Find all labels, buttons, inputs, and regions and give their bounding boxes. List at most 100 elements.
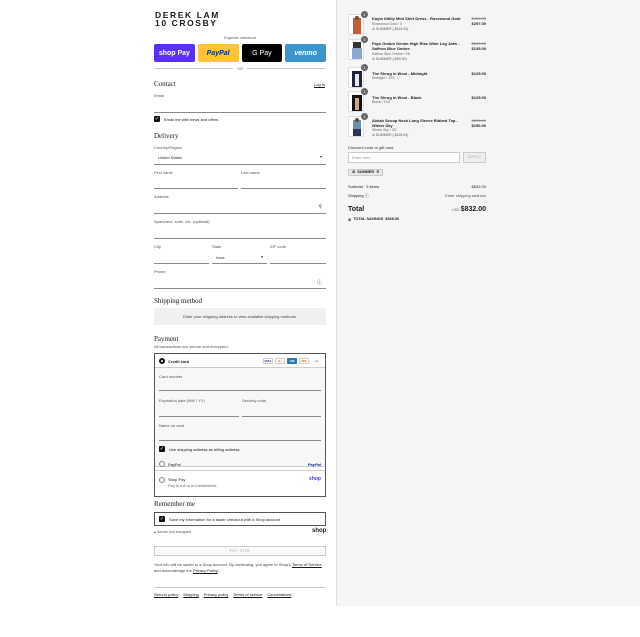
brand-logo[interactable]: DEREK LAM 10 CROSBY	[155, 11, 220, 28]
refund-policy-link[interactable]: Refund policy	[154, 592, 178, 597]
name-on-card-field[interactable]: Name on card	[159, 423, 321, 441]
brand-line-2: 10 CROSBY	[155, 18, 218, 28]
legal-text: Your info will be saved to a Shop accoun…	[154, 562, 322, 573]
country-select[interactable]: Country/Region United States ▾	[154, 145, 326, 165]
total-row: Total USD $832.00	[348, 206, 486, 213]
shop-pay-button[interactable]: shop Pay	[154, 44, 195, 62]
help-icon[interactable]: ⓘ	[317, 279, 322, 286]
credit-card-label: Credit card	[168, 359, 190, 364]
shop-pay-option[interactable]: Shop Pay Pay in full or in installments …	[155, 472, 325, 496]
savings-value: $368.00	[385, 217, 400, 221]
express-checkout-label: Express checkout	[224, 35, 256, 40]
item-name: Aisiah Scoop Neck Long Sleeve Ribbed Top…	[372, 118, 458, 128]
savings-label: TOTAL SAVINGS	[353, 217, 384, 221]
discover-icon: DIS	[299, 358, 309, 364]
privacy-link[interactable]: Privacy Policy	[193, 568, 218, 573]
item-variant: Saffron Blue Ombre / 28	[372, 52, 410, 56]
card-logos: VISA ● ● AM DIS +4	[263, 358, 321, 364]
cancellations-link[interactable]: Cancellations	[267, 592, 291, 597]
card-number-field[interactable]: Card number	[159, 374, 321, 391]
apply-button[interactable]: APPLY	[463, 152, 486, 163]
country-label: Country/Region	[154, 145, 182, 150]
tag-icon: ⊘	[348, 218, 352, 222]
credit-card-option[interactable]: Credit card VISA ● ● AM DIS +4	[155, 354, 325, 368]
discount-input[interactable]: Enter here	[348, 152, 460, 163]
shipping-value: Enter shipping address	[445, 193, 486, 198]
paypal-label: PayPal	[168, 462, 181, 467]
security-code-field[interactable]: Security code	[242, 398, 321, 417]
remember-row[interactable]: ✓ Save my information for a faster check…	[159, 516, 280, 522]
first-name-field[interactable]: First name	[154, 170, 238, 189]
item-variant: Rosewood Gold / 0	[372, 22, 402, 26]
help-icon[interactable]: ⓘ	[365, 193, 369, 198]
shipping-title: Shipping method	[154, 297, 203, 305]
payment-methods: Credit card VISA ● ● AM DIS +4 Card numbe…	[154, 353, 326, 497]
address-label: Address	[154, 194, 169, 199]
credit-card-radio[interactable]	[159, 358, 165, 364]
search-icon[interactable]: ⚲	[318, 204, 322, 210]
item-price: $150.00	[471, 123, 486, 128]
city-field[interactable]: City	[154, 244, 209, 264]
remember-checkbox[interactable]: ✓	[159, 516, 165, 522]
state-value: Iowa	[216, 255, 225, 260]
tag-icon: ⊘	[372, 27, 375, 31]
chevron-down-icon: ▾	[260, 254, 263, 259]
discount-tag: ⊘ SUMMER ✕	[348, 169, 384, 176]
item-variant: Black / 1XS	[372, 100, 391, 104]
discount-label: Discount code or gift card	[348, 145, 394, 150]
item-name: Kayla Utility Mini Shirt Dress - Rosewoo…	[372, 16, 461, 21]
security-code-label: Security code	[242, 398, 267, 403]
google-pay-button[interactable]: G Pay	[241, 44, 283, 62]
paypal-option[interactable]: PayPal PayPal	[155, 457, 325, 471]
shop-pay-radio[interactable]	[159, 477, 165, 483]
zip-field[interactable]: ZIP code	[270, 244, 326, 264]
news-checkbox[interactable]: ✓	[154, 116, 160, 122]
shipping-label: Shipping ⓘ	[348, 193, 369, 198]
first-name-label: First name	[154, 170, 173, 175]
name-on-card-label: Name on card	[159, 423, 185, 428]
shipping-link[interactable]: Shipping	[183, 592, 199, 597]
total-label: Total	[348, 206, 365, 213]
last-name-field[interactable]: Last name	[241, 170, 326, 189]
billing-same-checkbox[interactable]: ✓	[159, 446, 165, 452]
apartment-field[interactable]: Apartment, suite, etc. (optional)	[154, 219, 326, 239]
phone-label: Phone	[154, 269, 166, 274]
paypal-button[interactable]: PayPal	[197, 44, 239, 62]
terms-link[interactable]: Terms of service	[233, 592, 262, 597]
shop-pay-logo-icon: shop	[309, 476, 321, 482]
state-label: State	[212, 244, 222, 249]
billing-same-row[interactable]: ✓ Use shipping address as billing addres…	[159, 446, 239, 452]
subtotal-label: Subtotal · 5 items	[348, 184, 380, 189]
news-checkbox-row[interactable]: ✓ Email me with news and offers	[154, 116, 218, 122]
shop-pay-label: Shop Pay	[168, 477, 186, 482]
close-icon[interactable]: ✕	[376, 170, 379, 175]
email-field[interactable]: Email	[154, 93, 326, 113]
subtotal-value: $832.00	[471, 184, 486, 189]
email-label: Email	[154, 93, 165, 98]
quantity-badge: 1	[361, 113, 368, 120]
paypal-radio[interactable]	[159, 461, 165, 467]
phone-field[interactable]: Phone ⓘ	[154, 269, 326, 289]
terms-link[interactable]: Terms of Service	[292, 562, 322, 567]
footer-links: Refund policy Shipping Privacy policy Te…	[154, 592, 291, 597]
visa-icon: VISA	[263, 358, 273, 364]
privacy-policy-link[interactable]: Privacy policy	[204, 592, 228, 597]
pay-now-button[interactable]: PAY NOW	[154, 546, 326, 556]
state-select[interactable]: State Iowa ▾	[212, 244, 267, 264]
paypal-logo-icon: PayPal	[307, 462, 321, 467]
apartment-label: Apartment, suite, etc. (optional)	[154, 219, 210, 224]
chevron-down-icon: ▾	[319, 154, 322, 159]
tag-icon: ⊘	[352, 170, 356, 174]
remember-option[interactable]: ✓ Save my information for a faster check…	[154, 512, 326, 526]
login-link[interactable]: Log in	[314, 82, 325, 87]
venmo-button[interactable]: venmo	[285, 44, 326, 62]
quantity-badge: 1	[361, 88, 368, 95]
expiration-field[interactable]: Expiration date (MM / YY)	[159, 398, 239, 417]
item-discount: ⊘ SUMMER (-$118.00)	[372, 27, 409, 31]
tag-icon: ⊘	[372, 133, 375, 137]
quantity-badge: 1	[361, 11, 368, 18]
currency-label: USD	[452, 208, 460, 212]
item-discount: ⊘ SUMMER (-$118.00)	[372, 133, 409, 137]
remember-title: Remember me	[154, 500, 196, 508]
address-field[interactable]: Address ⚲	[154, 194, 326, 214]
